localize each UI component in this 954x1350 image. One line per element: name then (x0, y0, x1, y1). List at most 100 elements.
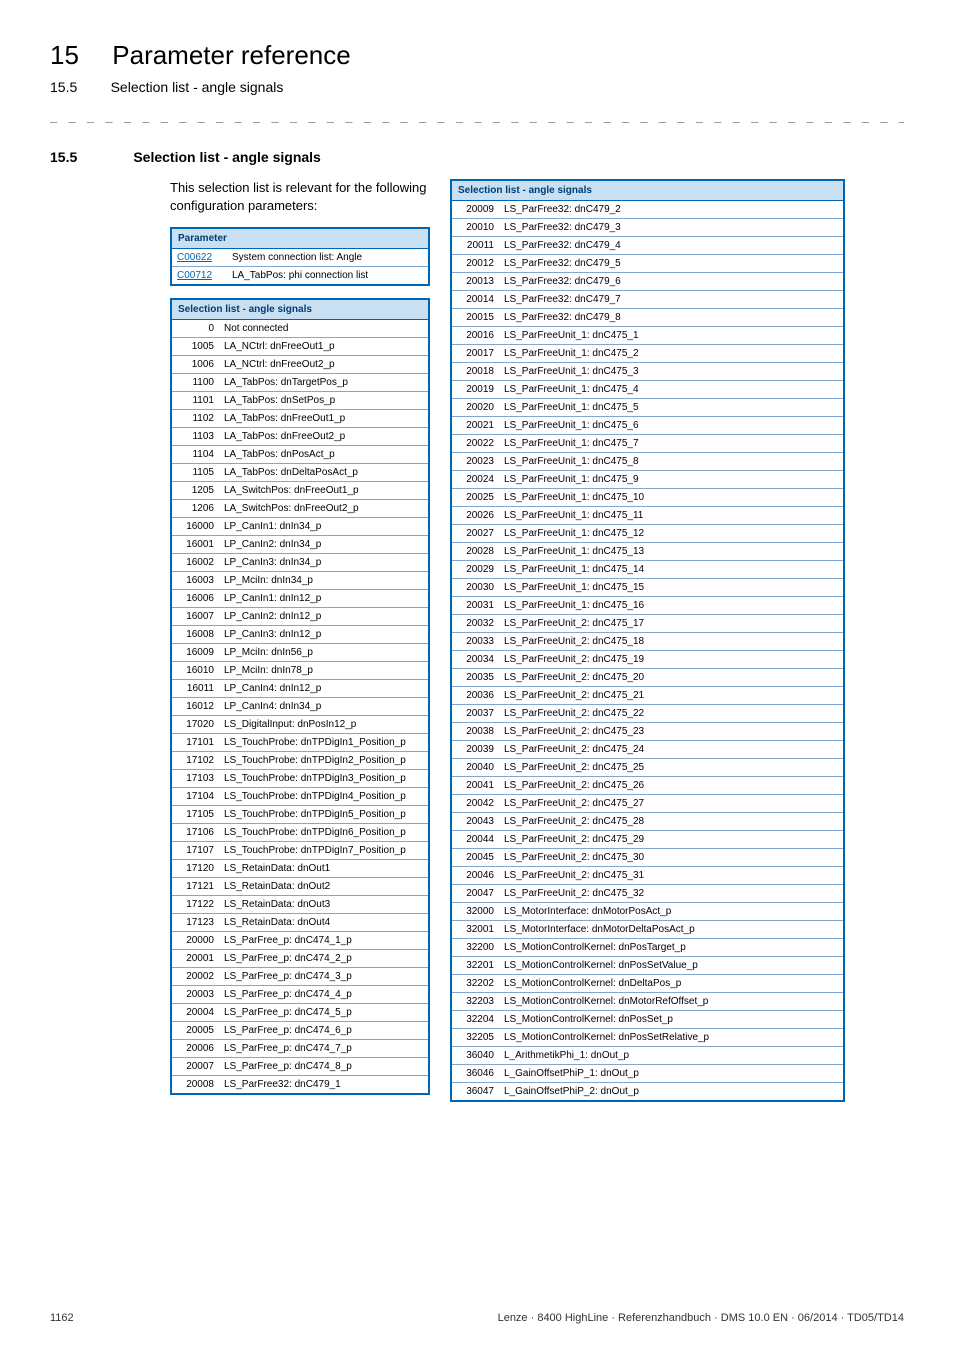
table-row: 17104LS_TouchProbe: dnTPDigIn4_Position_… (171, 788, 429, 806)
table-row: 17107LS_TouchProbe: dnTPDigIn7_Position_… (171, 842, 429, 860)
signal-desc: LS_MotionControlKernel: dnPosSetRelative… (499, 1029, 844, 1047)
table-row: 20035LS_ParFreeUnit_2: dnC475_20 (451, 669, 844, 687)
signal-number: 20028 (451, 543, 499, 561)
signal-desc: LS_ParFree_p: dnC474_7_p (219, 1040, 429, 1058)
table-row: 16009LP_MciIn: dnIn56_p (171, 644, 429, 662)
signal-number: 32001 (451, 921, 499, 939)
signal-number: 20027 (451, 525, 499, 543)
table-row: 20042LS_ParFreeUnit_2: dnC475_27 (451, 795, 844, 813)
signal-desc: LS_RetainData: dnOut1 (219, 860, 429, 878)
signal-desc: LS_ParFreeUnit_2: dnC475_24 (499, 741, 844, 759)
table-row: 16001LP_CanIn2: dnIn34_p (171, 536, 429, 554)
table-row: 17102LS_TouchProbe: dnTPDigIn2_Position_… (171, 752, 429, 770)
signal-number: 20003 (171, 986, 219, 1004)
signal-desc: LS_ParFreeUnit_2: dnC475_20 (499, 669, 844, 687)
table-row: 1104LA_TabPos: dnPosAct_p (171, 446, 429, 464)
table-row: 20010LS_ParFree32: dnC479_3 (451, 219, 844, 237)
table-row: 32204LS_MotionControlKernel: dnPosSet_p (451, 1011, 844, 1029)
signal-number: 20011 (451, 237, 499, 255)
signal-number: 1206 (171, 500, 219, 518)
signal-desc: LS_ParFreeUnit_1: dnC475_12 (499, 525, 844, 543)
table-row: 20021LS_ParFreeUnit_1: dnC475_6 (451, 417, 844, 435)
table-row: 20030LS_ParFreeUnit_1: dnC475_15 (451, 579, 844, 597)
signal-desc: LS_ParFreeUnit_2: dnC475_31 (499, 867, 844, 885)
signal-desc: LA_TabPos: dnFreeOut2_p (219, 428, 429, 446)
parameter-link[interactable]: C00622 (177, 252, 212, 263)
signal-desc: LA_TabPos: dnFreeOut1_p (219, 410, 429, 428)
signal-number: 1205 (171, 482, 219, 500)
section-number: 15 (50, 40, 79, 71)
table-row: 20026LS_ParFreeUnit_1: dnC475_11 (451, 507, 844, 525)
table-row: 16000LP_CanIn1: dnIn34_p (171, 518, 429, 536)
signal-desc: LS_MotionControlKernel: dnPosTarget_p (499, 939, 844, 957)
signal-desc: LS_ParFree32: dnC479_7 (499, 291, 844, 309)
table-row: 16002LP_CanIn3: dnIn34_p (171, 554, 429, 572)
signal-number: 32202 (451, 975, 499, 993)
signal-number: 20020 (451, 399, 499, 417)
table-row: 16008LP_CanIn3: dnIn12_p (171, 626, 429, 644)
page-number: 1162 (50, 1312, 74, 1324)
signal-desc: LS_MotionControlKernel: dnMotorRefOffset… (499, 993, 844, 1011)
signal-desc: LS_ParFreeUnit_1: dnC475_8 (499, 453, 844, 471)
subsection-heading: 15.5 Selection list - angle signals (50, 149, 904, 165)
table-row: 20040LS_ParFreeUnit_2: dnC475_25 (451, 759, 844, 777)
table-row: C00712LA_TabPos: phi connection list (171, 267, 429, 286)
signal-desc: LS_ParFreeUnit_2: dnC475_19 (499, 651, 844, 669)
signal-number: 20043 (451, 813, 499, 831)
signal-desc: LS_RetainData: dnOut2 (219, 878, 429, 896)
parameter-link[interactable]: C00712 (177, 270, 212, 281)
signal-number: 36047 (451, 1083, 499, 1102)
signal-number: 20021 (451, 417, 499, 435)
signal-desc: LS_ParFreeUnit_1: dnC475_13 (499, 543, 844, 561)
signal-number: 17020 (171, 716, 219, 734)
table-row: 20046LS_ParFreeUnit_2: dnC475_31 (451, 867, 844, 885)
table-row: 17101LS_TouchProbe: dnTPDigIn1_Position_… (171, 734, 429, 752)
table-row: 36046L_GainOffsetPhiP_1: dnOut_p (451, 1065, 844, 1083)
signal-number: 16012 (171, 698, 219, 716)
table-row: 20036LS_ParFreeUnit_2: dnC475_21 (451, 687, 844, 705)
table-row: 20043LS_ParFreeUnit_2: dnC475_28 (451, 813, 844, 831)
signal-desc: LP_CanIn3: dnIn34_p (219, 554, 429, 572)
signal-desc: LP_MciIn: dnIn78_p (219, 662, 429, 680)
signal-desc: L_ArithmetikPhi_1: dnOut_p (499, 1047, 844, 1065)
signal-desc: LS_ParFreeUnit_1: dnC475_16 (499, 597, 844, 615)
table-row: 1206LA_SwitchPos: dnFreeOut2_p (171, 500, 429, 518)
table-row: 1006LA_NCtrl: dnFreeOut2_p (171, 356, 429, 374)
signal-number: 20022 (451, 435, 499, 453)
signal-desc: LS_ParFreeUnit_1: dnC475_14 (499, 561, 844, 579)
signal-number: 1102 (171, 410, 219, 428)
signal-number: 16009 (171, 644, 219, 662)
signal-number: 20007 (171, 1058, 219, 1076)
signal-desc: LS_ParFree_p: dnC474_4_p (219, 986, 429, 1004)
signal-number: 20040 (451, 759, 499, 777)
table-row: 1101LA_TabPos: dnSetPos_p (171, 392, 429, 410)
table-row: 17103LS_TouchProbe: dnTPDigIn3_Position_… (171, 770, 429, 788)
signal-number: 16010 (171, 662, 219, 680)
signal-desc: LS_ParFree32: dnC479_4 (499, 237, 844, 255)
table-row: 20022LS_ParFreeUnit_1: dnC475_7 (451, 435, 844, 453)
table-row: 16003LP_MciIn: dnIn34_p (171, 572, 429, 590)
selection-table-left: Selection list - angle signals 0Not conn… (170, 298, 430, 1095)
signal-desc: LS_TouchProbe: dnTPDigIn5_Position_p (219, 806, 429, 824)
signal-number: 1100 (171, 374, 219, 392)
signal-desc: LS_ParFreeUnit_1: dnC475_15 (499, 579, 844, 597)
signal-number: 20036 (451, 687, 499, 705)
selection-table-header: Selection list - angle signals (171, 299, 429, 320)
signal-number: 17121 (171, 878, 219, 896)
signal-desc: LP_MciIn: dnIn56_p (219, 644, 429, 662)
signal-desc: LS_ParFree32: dnC479_5 (499, 255, 844, 273)
table-row: 20013LS_ParFree32: dnC479_6 (451, 273, 844, 291)
signal-desc: L_GainOffsetPhiP_2: dnOut_p (499, 1083, 844, 1102)
signal-desc: LS_ParFreeUnit_1: dnC475_2 (499, 345, 844, 363)
table-row: 20015LS_ParFree32: dnC479_8 (451, 309, 844, 327)
table-row: 20047LS_ParFreeUnit_2: dnC475_32 (451, 885, 844, 903)
signal-number: 17122 (171, 896, 219, 914)
table-row: 20016LS_ParFreeUnit_1: dnC475_1 (451, 327, 844, 345)
signal-desc: LS_TouchProbe: dnTPDigIn3_Position_p (219, 770, 429, 788)
signal-number: 20010 (451, 219, 499, 237)
signal-desc: LA_TabPos: dnSetPos_p (219, 392, 429, 410)
signal-desc: LS_ParFreeUnit_2: dnC475_30 (499, 849, 844, 867)
table-row: 16011LP_CanIn4: dnIn12_p (171, 680, 429, 698)
table-row: 17120LS_RetainData: dnOut1 (171, 860, 429, 878)
signal-desc: LP_CanIn4: dnIn34_p (219, 698, 429, 716)
